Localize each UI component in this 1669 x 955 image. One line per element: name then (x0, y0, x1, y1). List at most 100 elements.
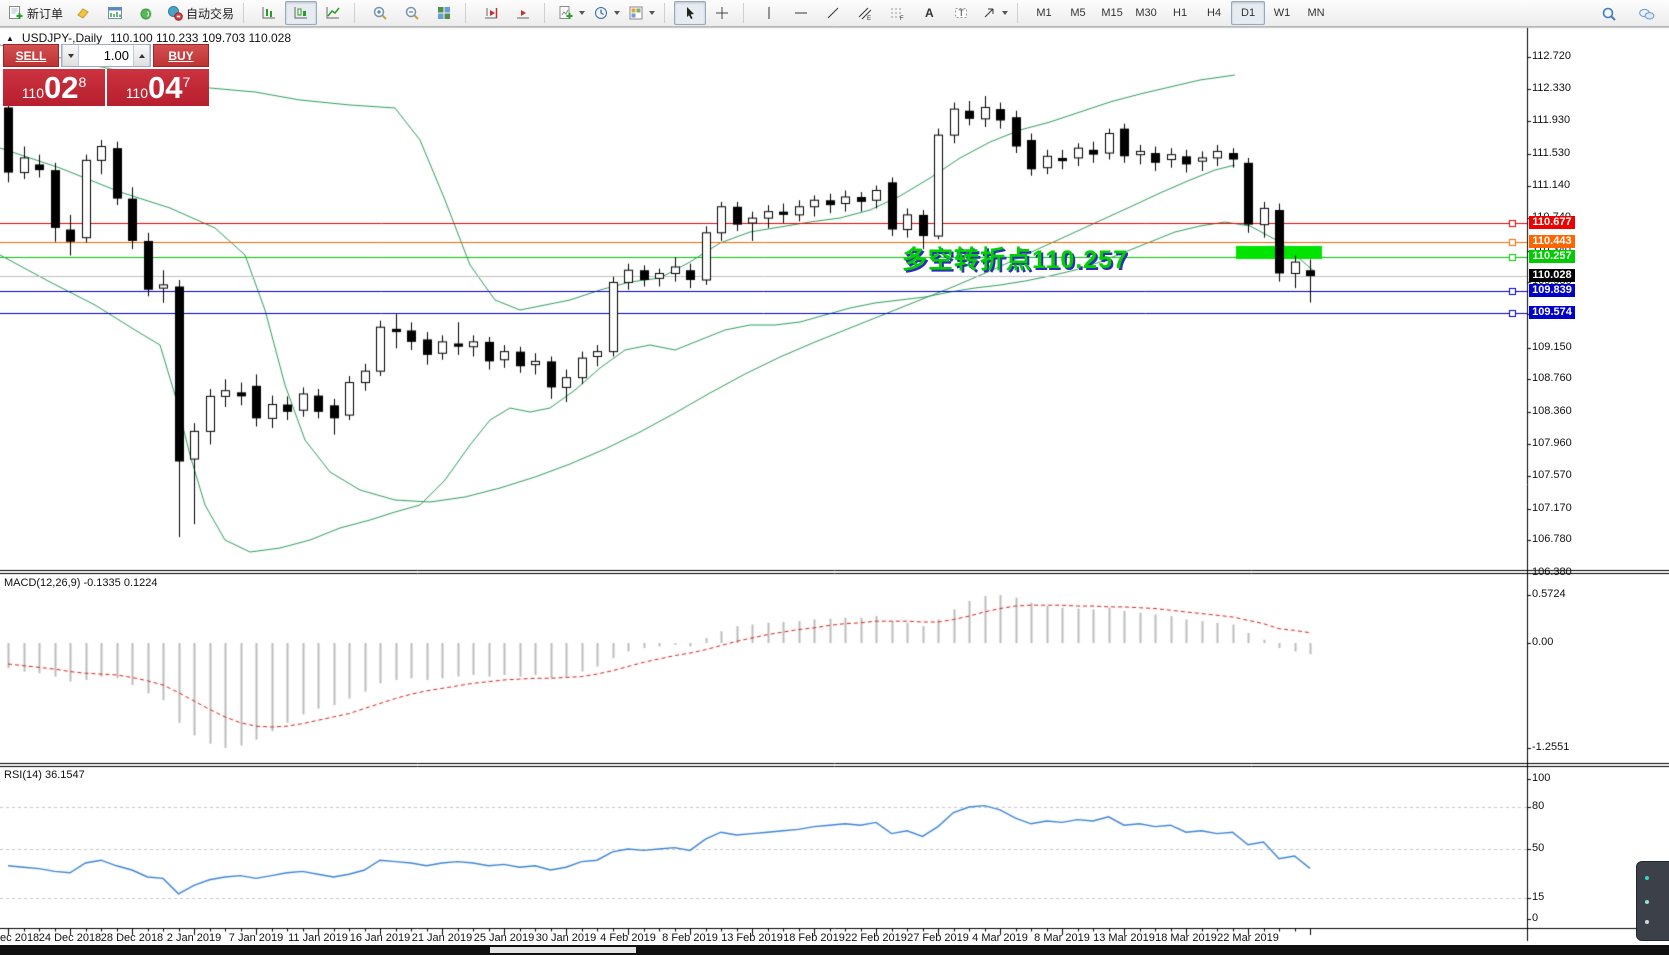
rsi-label: RSI(14) 36.1547 (4, 769, 85, 781)
templates-button[interactable] (624, 1, 659, 25)
metaeditor-button[interactable] (67, 1, 99, 25)
sell-price-big: 02 (44, 70, 79, 105)
toolbar-separator (743, 3, 750, 23)
toolbar-separator (354, 3, 361, 23)
volume-stepper (61, 44, 151, 67)
dropdown-caret-icon[interactable] (579, 11, 586, 15)
symbol-period-label: USDJPY-,Daily (21, 31, 103, 45)
tile-windows-button[interactable] (428, 1, 460, 25)
buy-price-prefix: 110 (125, 84, 149, 101)
timeframe-m15-button[interactable]: M15 (1095, 1, 1129, 25)
fibonacci-button[interactable]: F (881, 1, 913, 25)
collapse-icon[interactable]: ▲ (6, 34, 14, 43)
bar-chart-type-icon (261, 5, 277, 21)
timeframe-mn-button[interactable]: MN (1299, 1, 1333, 25)
volume-increase-button[interactable] (133, 45, 150, 66)
indicators-button[interactable] (554, 1, 589, 25)
toolbar-separator (544, 3, 551, 23)
new-order-button[interactable]: 新订单 (4, 1, 67, 25)
text-label-icon: T (953, 5, 969, 21)
buy-button[interactable]: BUY (153, 44, 209, 67)
volume-decrease-button[interactable] (62, 45, 79, 66)
trendline-icon (825, 5, 841, 21)
new-chart-icon (107, 5, 123, 21)
signals-button[interactable] (131, 1, 163, 25)
dropdown-caret-icon[interactable] (1002, 11, 1009, 15)
vertical-line-icon (761, 5, 777, 21)
periods-icon (593, 5, 609, 21)
timeframe-d1-button[interactable]: D1 (1231, 1, 1266, 25)
templates-icon (628, 5, 644, 21)
horizontal-line-button[interactable] (785, 1, 817, 25)
overlay-widget[interactable] (1636, 861, 1669, 941)
dropdown-caret-icon[interactable] (649, 11, 656, 15)
search-icon[interactable] (1593, 2, 1625, 26)
shift-chart-end-button[interactable] (475, 1, 507, 25)
candle-chart-type-icon (293, 5, 309, 21)
sell-button[interactable]: SELL (3, 44, 59, 67)
one-click-trading-panel: SELL BUY 110 02 8 110 04 7 (3, 44, 209, 106)
text-button[interactable]: A (913, 1, 945, 25)
timeframe-m1-button[interactable]: M1 (1027, 1, 1061, 25)
line-chart-type-icon (325, 5, 341, 21)
trendline-button[interactable] (817, 1, 849, 25)
metaeditor-icon (75, 5, 91, 21)
timeframe-m5-button[interactable]: M5 (1061, 1, 1095, 25)
svg-text:F: F (900, 16, 904, 21)
crosshair-icon (714, 5, 730, 21)
shift-chart-end-icon (483, 5, 499, 21)
toolbar-separator (664, 3, 671, 23)
macd-label: MACD(12,26,9) -0.1335 0.1224 (4, 577, 158, 589)
indicators-icon (558, 5, 574, 21)
text-icon: A (921, 5, 937, 21)
sell-price-sup: 8 (78, 73, 87, 90)
sell-price-prefix: 110 (21, 84, 45, 101)
vertical-line-button[interactable] (753, 1, 785, 25)
svg-text:E: E (867, 16, 871, 21)
zoom-in-button[interactable] (364, 1, 396, 25)
fibonacci-icon: F (889, 5, 905, 21)
candle-chart-type-button[interactable] (285, 1, 318, 25)
svg-text:T: T (959, 8, 965, 18)
auto-scroll-icon (515, 5, 531, 21)
crosshair-button[interactable] (706, 1, 738, 25)
arrows-icon (981, 5, 997, 21)
autotrading-button[interactable]: 自动交易 (163, 1, 238, 25)
sell-price-tile[interactable]: 110 02 8 (3, 69, 105, 106)
buy-price-tile[interactable]: 110 04 7 (107, 69, 209, 106)
bar-chart-type-button[interactable] (253, 1, 285, 25)
chat-icon[interactable] (1631, 2, 1663, 26)
toolbar: 新订单 自动交易 E F A T M1 M5 M15 M30 H1 H4 D1 W1 MN (0, 0, 1669, 27)
volume-input[interactable] (79, 45, 133, 66)
line-chart-type-button[interactable] (317, 1, 349, 25)
text-label-button[interactable]: T (945, 1, 977, 25)
dropdown-caret-icon[interactable] (614, 11, 621, 15)
mt4-window: { "toolbar": { "items": [ {"name":"new-o… (0, 0, 1669, 955)
bottom-strip-box (490, 947, 636, 953)
tile-windows-icon (436, 5, 452, 21)
zoom-out-icon (404, 5, 420, 21)
timeframe-m30-button[interactable]: M30 (1129, 1, 1163, 25)
new-chart-button[interactable] (99, 1, 131, 25)
cursor-button[interactable] (674, 1, 707, 25)
cursor-icon (682, 5, 698, 21)
buy-price-sup: 7 (182, 73, 191, 90)
signals-icon (139, 5, 155, 21)
equidistant-channel-icon: E (857, 5, 873, 21)
zoom-out-button[interactable] (396, 1, 428, 25)
auto-scroll-button[interactable] (507, 1, 539, 25)
toolbar-separator (1017, 3, 1024, 23)
timeframe-h4-button[interactable]: H4 (1197, 1, 1231, 25)
new-order-icon (8, 5, 24, 21)
chart-annotation-text[interactable]: 多空转折点110.257 (902, 240, 1128, 276)
buy-price-big: 04 (148, 70, 183, 105)
arrows-button[interactable] (977, 1, 1012, 25)
timeframe-w1-button[interactable]: W1 (1265, 1, 1299, 25)
chart-canvas[interactable] (0, 0, 1669, 955)
equidistant-channel-button[interactable]: E (849, 1, 881, 25)
autotrading-icon (167, 5, 183, 21)
periods-button[interactable] (589, 1, 624, 25)
timeframe-h1-button[interactable]: H1 (1163, 1, 1197, 25)
bottom-window-strip (0, 945, 1669, 955)
svg-text:A: A (925, 6, 934, 20)
